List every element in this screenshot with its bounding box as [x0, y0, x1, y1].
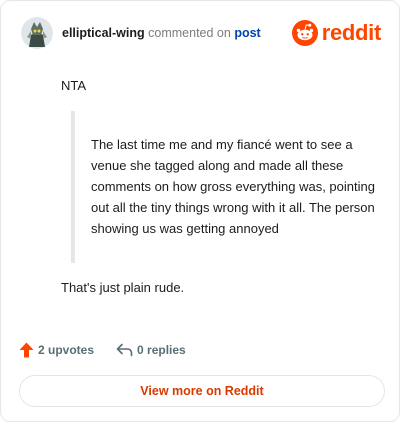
- post-link[interactable]: post: [234, 26, 260, 40]
- avatar[interactable]: [21, 17, 53, 49]
- reddit-comment-embed: elliptical-wing commented on post reddit…: [0, 0, 400, 422]
- comment-opening-text: NTA: [61, 78, 87, 93]
- comment-actions: 2 upvotes 0 replies: [19, 341, 186, 359]
- reply-arrow-icon: [116, 343, 133, 357]
- blockquote-bar: [71, 111, 75, 263]
- upvote-arrow-icon: [19, 342, 34, 358]
- comment-meta: elliptical-wing commented on post: [62, 26, 261, 40]
- commented-on-text: commented on: [148, 26, 231, 40]
- comment-reply-text: That's just plain rude.: [61, 280, 185, 295]
- reddit-logo[interactable]: reddit: [291, 19, 382, 47]
- blockquote-text: The last time me and my fiancé went to s…: [91, 137, 375, 236]
- username-link[interactable]: elliptical-wing: [62, 26, 145, 40]
- reply-count: 0 replies: [137, 343, 186, 357]
- comment-header: elliptical-wing commented on post reddit: [21, 17, 383, 51]
- reddit-snoo-icon: [291, 20, 318, 46]
- reply-button[interactable]: 0 replies: [116, 343, 186, 357]
- upvote-count: 2 upvotes: [38, 343, 95, 357]
- view-more-button[interactable]: View more on Reddit: [19, 375, 385, 407]
- reddit-wordmark: reddit: [321, 20, 382, 45]
- upvote-button[interactable]: 2 upvotes: [19, 342, 94, 358]
